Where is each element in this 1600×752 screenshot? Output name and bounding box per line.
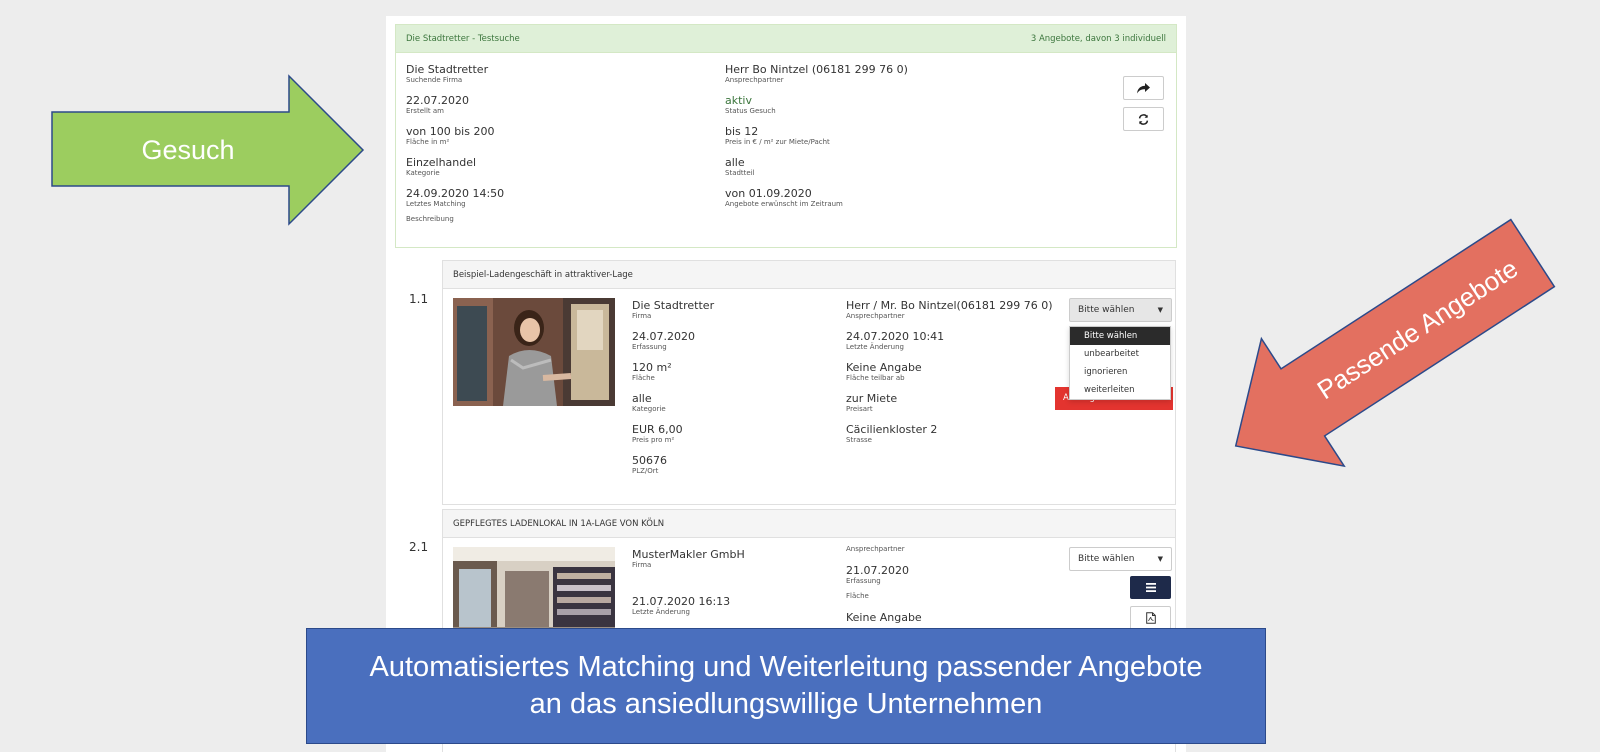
refresh-icon bbox=[1138, 113, 1149, 125]
banner-line-1: Automatisiertes Matching und Weiterleitu… bbox=[369, 651, 1203, 683]
offer-field-recorded: 21.07.2020 Erfassung bbox=[846, 564, 909, 585]
pdf-button[interactable] bbox=[1130, 606, 1171, 630]
field-last-matching: 24.09.2020 14:50 Letztes Matching bbox=[406, 187, 505, 208]
gesuch-label: Gesuch bbox=[141, 135, 234, 165]
offer-count-summary: 3 Angebote, davon 3 individuell bbox=[1030, 33, 1166, 44]
field-status: aktiv Status Gesuch bbox=[725, 94, 776, 115]
share-button[interactable] bbox=[1123, 76, 1164, 100]
offer-number: 2.1 bbox=[409, 540, 429, 554]
field-district: alle Stadtteil bbox=[725, 156, 755, 177]
offer-title: Beispiel-Ladengeschäft in attraktiver-La… bbox=[443, 261, 1175, 289]
dropdown-option[interactable]: weiterleiten bbox=[1070, 381, 1170, 399]
offer-field-modified: 24.07.2020 10:41 Letzte Änderung bbox=[846, 330, 945, 351]
offer-field-modified: 21.07.2020 16:13 Letzte Änderung bbox=[632, 595, 731, 616]
menu-icon bbox=[1145, 583, 1156, 592]
field-category: Einzelhandel Kategorie bbox=[406, 156, 477, 177]
status-dropdown-menu: Bitte wählen unbearbeitet ignorieren wei… bbox=[1069, 326, 1171, 400]
caret-down-icon: ▼ bbox=[1157, 306, 1163, 314]
status-select[interactable]: Bitte wählen ▼ bbox=[1069, 298, 1172, 322]
caret-down-icon: ▼ bbox=[1157, 555, 1163, 563]
offer-field-divisible: Keine Angabe bbox=[846, 611, 922, 624]
offer-number: 1.1 bbox=[409, 292, 429, 306]
search-request-panel: Die Stadtretter - Testsuche 3 Angebote, … bbox=[395, 24, 1177, 248]
offer-title: GEPFLEGTES LADENLOKAL IN 1A-LAGE VON KÖL… bbox=[443, 510, 1175, 538]
caption-banner: Automatisiertes Matching und Weiterleitu… bbox=[306, 628, 1266, 744]
gesuch-arrow: Gesuch bbox=[51, 74, 365, 226]
dropdown-option[interactable]: unbearbeitet bbox=[1070, 345, 1170, 363]
offer-field-zip: 50676 PLZ/Ort bbox=[632, 454, 667, 475]
field-description: Beschreibung bbox=[406, 215, 454, 223]
offer-field-divisible: Keine Angabe Fläche teilbar ab bbox=[846, 361, 922, 382]
offer-field-area: Fläche bbox=[846, 592, 869, 600]
field-period: von 01.09.2020 Angebote erwünscht im Zei… bbox=[725, 187, 843, 208]
field-price: bis 12 Preis in € / m² zur Miete/Pacht bbox=[725, 125, 830, 146]
offer-field-area: 120 m² Fläche bbox=[632, 361, 672, 382]
offer-field-contact: Ansprechpartner bbox=[846, 545, 905, 553]
banner-line-2: an das ansiedlungswillige Unternehmen bbox=[529, 688, 1043, 720]
dropdown-option[interactable]: ignorieren bbox=[1070, 363, 1170, 381]
dropdown-option[interactable]: Bitte wählen bbox=[1070, 327, 1170, 345]
field-created: 22.07.2020 Erstellt am bbox=[406, 94, 469, 115]
offer-field-price-type: zur Miete Preisart bbox=[846, 392, 898, 413]
menu-button[interactable] bbox=[1130, 576, 1171, 599]
field-contact: Herr Bo Nintzel (06181 299 76 0) Ansprec… bbox=[725, 63, 908, 84]
offer-field-firm: Die Stadtretter Firma bbox=[632, 299, 715, 320]
share-icon bbox=[1137, 82, 1150, 93]
offer-field-price: EUR 6,00 Preis pro m² bbox=[632, 423, 683, 444]
offer-field-street: Cäcilienkloster 2 Strasse bbox=[846, 423, 938, 444]
field-firm: Die Stadtretter Suchende Firma bbox=[406, 63, 489, 84]
search-request-title: Die Stadtretter - Testsuche bbox=[406, 33, 520, 44]
offer-field-contact: Herr / Mr. Bo Nintzel(06181 299 76 0) An… bbox=[846, 299, 1053, 320]
refresh-button[interactable] bbox=[1123, 107, 1164, 131]
offer-photo-woman-at-shop bbox=[453, 298, 615, 406]
search-request-header: Die Stadtretter - Testsuche 3 Angebote, … bbox=[396, 25, 1176, 53]
status-select[interactable]: Bitte wählen ▼ bbox=[1069, 547, 1172, 571]
field-area: von 100 bis 200 Fläche in m² bbox=[406, 125, 495, 146]
pdf-icon bbox=[1145, 612, 1156, 624]
offer-field-category: alle Kategorie bbox=[632, 392, 666, 413]
status-value: aktiv bbox=[725, 94, 752, 107]
offer-field-recorded: 24.07.2020 Erfassung bbox=[632, 330, 695, 351]
offer-field-firm: MusterMakler GmbH Firma bbox=[632, 548, 745, 569]
offer-card: Beispiel-Ladengeschäft in attraktiver-La… bbox=[442, 260, 1176, 505]
passende-angebote-arrow: Passende Angebote bbox=[1234, 218, 1556, 468]
